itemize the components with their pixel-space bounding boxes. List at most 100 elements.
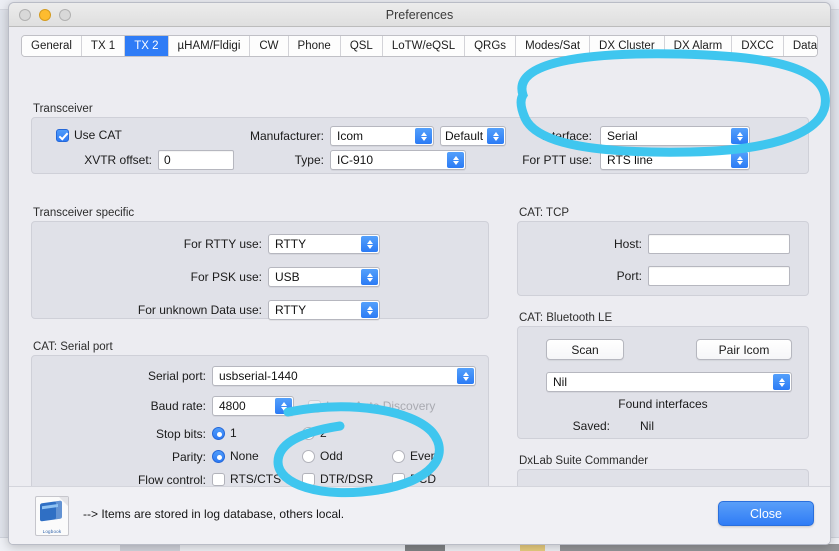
checkbox-icon: [212, 472, 225, 486]
manufacturer-label: Manufacturer:: [249, 129, 324, 143]
preferences-window: Preferences General TX 1 TX 2 µHAM/Fldig…: [8, 2, 831, 545]
checkbox-icon: [56, 128, 69, 142]
group-cat-bluetooth: CAT: Bluetooth LE Scan Pair Icom Nil Fou…: [517, 312, 809, 442]
tab-modes-sat[interactable]: Modes/Sat: [516, 36, 591, 56]
rtty-use-label: For RTTY use:: [183, 237, 262, 251]
bluetooth-saved-value: Nil: [640, 419, 654, 433]
checkbox-icon: [302, 472, 315, 486]
group-transceiver-specific: Transceiver specific For RTTY use: RTTY …: [31, 207, 489, 322]
interface-select[interactable]: Serial: [600, 126, 750, 146]
tab-bar: General TX 1 TX 2 µHAM/Fldigi CW Phone Q…: [21, 35, 818, 57]
icom-auto-discovery-checkbox[interactable]: Icom Auto Discovery: [308, 399, 435, 413]
close-button[interactable]: Close: [718, 501, 814, 526]
rtty-use-select[interactable]: RTTY: [268, 234, 380, 254]
manufacturer-select[interactable]: Icom: [330, 126, 434, 146]
bluetooth-scan-button[interactable]: Scan: [546, 339, 624, 360]
parity-option-label: None: [230, 449, 259, 463]
baud-rate-label: Baud rate:: [150, 399, 206, 413]
use-cat-checkbox[interactable]: Use CAT: [56, 128, 122, 142]
flow-control-option-label: RTS/CTS: [230, 472, 282, 486]
background-artifact: [560, 544, 839, 551]
bluetooth-saved-label: Saved:: [572, 419, 610, 433]
bluetooth-interface-value: Nil: [553, 375, 567, 389]
xvtr-offset-label: XVTR offset:: [84, 153, 152, 167]
stop-bits-option-label: 2: [320, 426, 327, 440]
group-dxlab-legend: DxLab Suite Commander: [519, 455, 649, 467]
close-window-button[interactable]: [19, 9, 31, 21]
stepper-arrows-icon: [457, 368, 474, 384]
tab-dxcc[interactable]: DXCC: [732, 36, 784, 56]
stepper-arrows-icon: [731, 152, 748, 168]
footer-bar: Logbook --> Items are stored in log data…: [9, 486, 830, 544]
group-cat-serial-legend: CAT: Serial port: [33, 341, 113, 353]
tab-tx2[interactable]: TX 2: [125, 36, 169, 56]
ptt-use-label: For PTT use:: [522, 153, 592, 167]
zoom-window-button[interactable]: [59, 9, 71, 21]
tab-tx1[interactable]: TX 1: [81, 36, 126, 56]
tab-dx-alarm[interactable]: DX Alarm: [664, 36, 733, 56]
stepper-arrows-icon: [731, 128, 748, 144]
parity-radio-even[interactable]: Even: [392, 449, 437, 463]
group-cat-bluetooth-legend: CAT: Bluetooth LE: [519, 312, 613, 324]
parity-option-label: Odd: [320, 449, 343, 463]
group-cat-serial-box: Serial port: usbserial-1440 Baud rate: 4…: [31, 355, 489, 510]
stop-bits-option-label: 1: [230, 426, 237, 440]
psk-use-select[interactable]: USB: [268, 267, 380, 287]
ptt-use-select[interactable]: RTS line: [600, 150, 750, 170]
tab-dx-cluster[interactable]: DX Cluster: [590, 36, 665, 56]
psk-use-value: USB: [275, 270, 300, 284]
parity-label: Parity:: [171, 450, 206, 464]
unknown-data-use-select[interactable]: RTTY: [268, 300, 380, 320]
manufacturer-value: Icom: [337, 129, 364, 143]
parity-radio-odd[interactable]: Odd: [302, 449, 343, 463]
stepper-arrows-icon: [361, 236, 378, 252]
tab-databases[interactable]: Databases: [783, 36, 817, 56]
flow-control-dcd-checkbox[interactable]: DCD: [392, 472, 436, 486]
found-interfaces-label: Found interfaces: [618, 397, 708, 411]
xvtr-offset-field[interactable]: 0: [158, 150, 234, 170]
tab-qrgs[interactable]: QRGs: [465, 36, 517, 56]
cat-tcp-port-label: Port:: [616, 269, 642, 283]
serial-port-select[interactable]: usbserial-1440: [212, 366, 476, 386]
stepper-arrows-icon: [415, 128, 432, 144]
tab-content-tx2: Transceiver Use CAT XVTR offset: 0 Manuf…: [9, 57, 830, 524]
type-select[interactable]: IC-910: [330, 150, 466, 170]
serial-port-value: usbserial-1440: [219, 369, 298, 383]
cat-tcp-port-field[interactable]: [648, 266, 790, 286]
baud-rate-value: 4800: [219, 399, 246, 413]
checkbox-icon: [392, 472, 405, 486]
tab-qsl[interactable]: QSL: [340, 36, 383, 56]
stepper-arrows-icon: [275, 398, 292, 414]
group-cat-tcp-legend: CAT: TCP: [519, 207, 570, 219]
parity-option-label: Even: [410, 449, 438, 463]
group-transceiver-specific-legend: Transceiver specific: [33, 207, 135, 219]
group-transceiver: Transceiver Use CAT XVTR offset: 0 Manuf…: [31, 103, 809, 177]
cat-tcp-host-field[interactable]: [648, 234, 790, 254]
tab-phone[interactable]: Phone: [288, 36, 341, 56]
flow-control-rts-cts-checkbox[interactable]: RTS/CTS: [212, 472, 281, 486]
minimize-window-button[interactable]: [39, 9, 51, 21]
stop-bits-radio-2[interactable]: 2: [302, 426, 327, 440]
title-bar: Preferences: [9, 3, 830, 27]
stepper-arrows-icon: [773, 374, 790, 390]
group-transceiver-legend: Transceiver: [33, 103, 93, 115]
icom-auto-discovery-label: Icom Auto Discovery: [326, 399, 436, 413]
tab-general[interactable]: General: [22, 36, 82, 56]
flow-control-dtr-dsr-checkbox[interactable]: DTR/DSR: [302, 472, 373, 486]
group-cat-bluetooth-box: Scan Pair Icom Nil Found interfaces Save…: [517, 326, 809, 439]
group-transceiver-specific-box: For RTTY use: RTTY For PSK use: USB For …: [31, 221, 489, 320]
tab-lotw-eqsl[interactable]: LoTW/eQSL: [382, 36, 466, 56]
stop-bits-radio-1[interactable]: 1: [212, 426, 237, 440]
stop-bits-label: Stop bits:: [155, 427, 206, 441]
radio-icon: [212, 426, 225, 440]
tab-cw[interactable]: CW: [250, 36, 289, 56]
logbook-document-icon: Logbook: [35, 496, 69, 536]
bluetooth-interface-select[interactable]: Nil: [546, 372, 792, 392]
ptt-use-value: RTS line: [607, 153, 653, 167]
tab-uham-fldigi[interactable]: µHAM/Fldigi: [168, 36, 251, 56]
baud-rate-select[interactable]: 4800: [212, 396, 294, 416]
parity-radio-none[interactable]: None: [212, 449, 259, 463]
flow-control-label: Flow control:: [137, 473, 206, 487]
unknown-data-use-value: RTTY: [275, 303, 307, 317]
bluetooth-pair-icom-button[interactable]: Pair Icom: [696, 339, 792, 360]
